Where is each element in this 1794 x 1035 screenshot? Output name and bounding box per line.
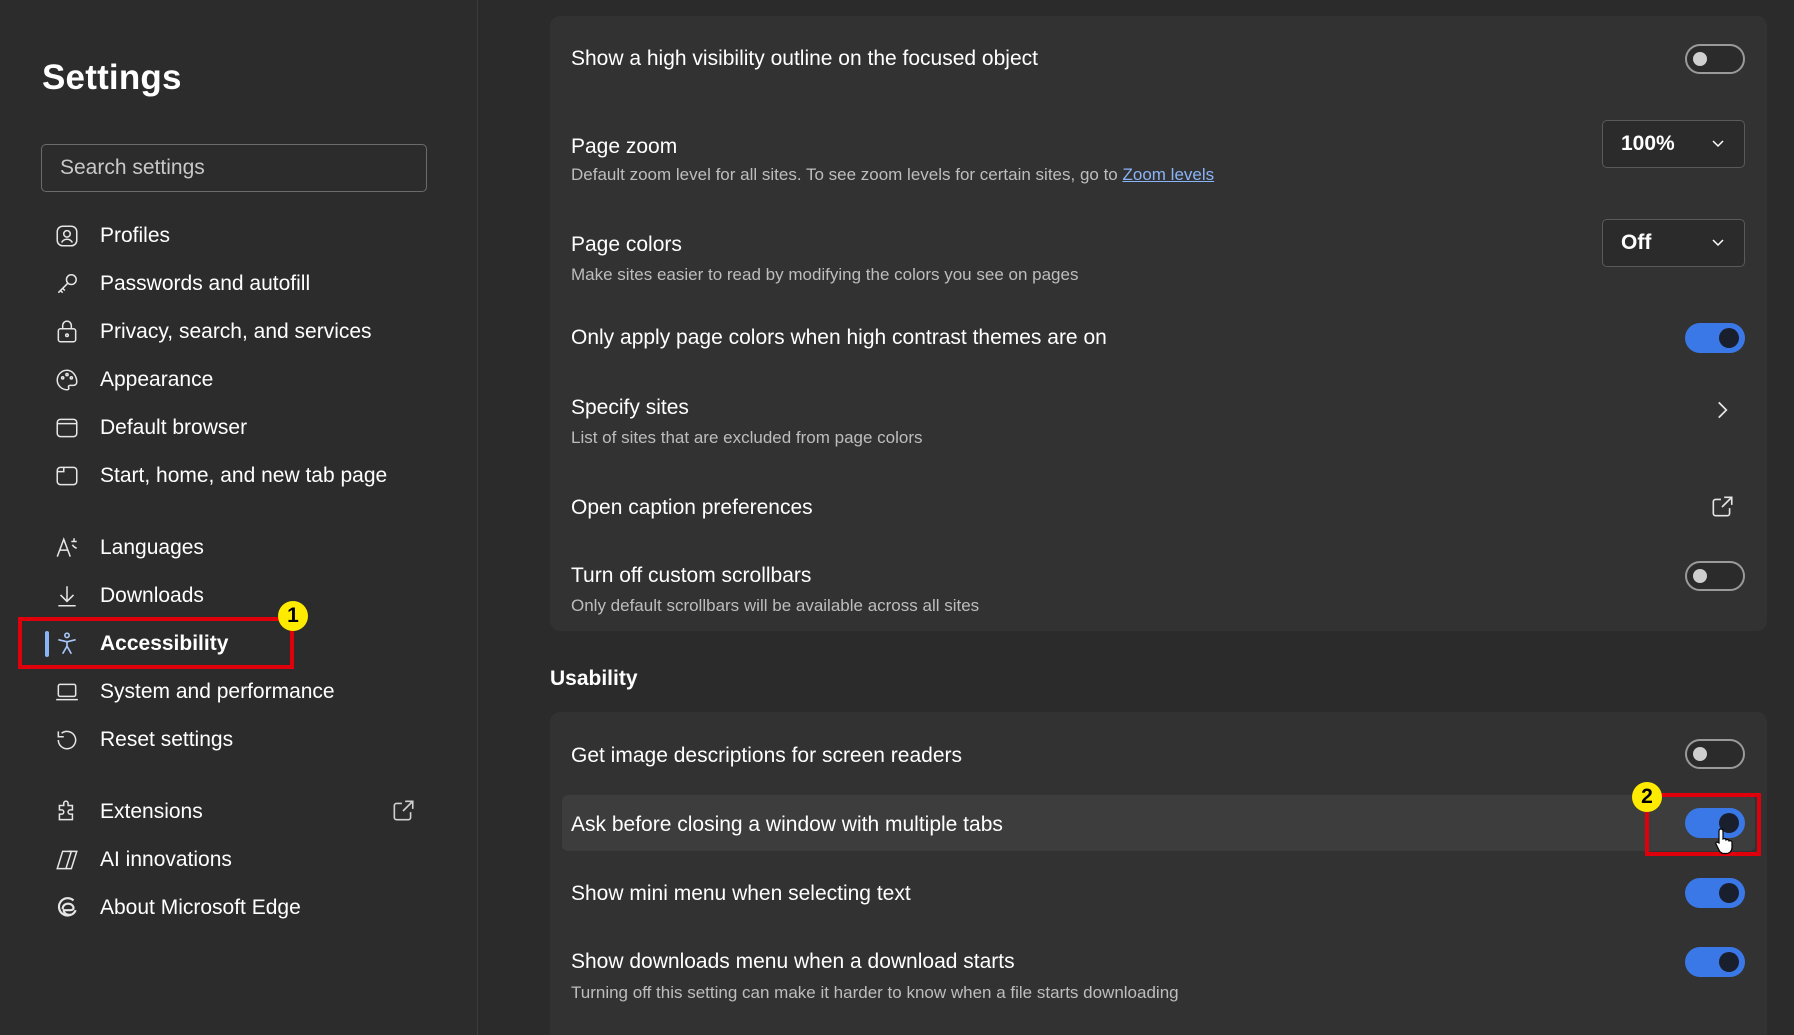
setting-description: Turning off this setting can make it har… <box>571 983 1179 1002</box>
toggle-scrollbars[interactable] <box>1685 561 1745 591</box>
toggle-downloads-menu[interactable] <box>1685 947 1745 977</box>
setting-row-only-apply: Only apply page colors when high contras… <box>550 304 1767 372</box>
sidebar-item-label: AI innovations <box>100 848 232 871</box>
ai-icon <box>54 846 94 874</box>
edge-icon <box>54 894 94 922</box>
sidebar-item-label: Privacy, search, and services <box>100 320 372 343</box>
sidebar-item-label: About Microsoft Edge <box>100 896 301 919</box>
settings-window: Settings Profiles Passwords and autofill… <box>0 0 1794 1035</box>
annotation-badge-2: 2 <box>1632 782 1662 812</box>
annotation-badge-1: 1 <box>278 601 308 631</box>
setting-row-caption[interactable]: Open caption preferences <box>550 472 1767 542</box>
search-box[interactable] <box>41 144 427 192</box>
setting-row-specify-sites[interactable]: Specify sites List of sites that are exc… <box>550 372 1767 472</box>
toggle-mini-menu[interactable] <box>1685 878 1745 908</box>
setting-title: Get image descriptions for screen reader… <box>571 744 963 767</box>
setting-title: Open caption preferences <box>571 496 813 519</box>
sidebar: Settings Profiles Passwords and autofill… <box>0 0 478 1035</box>
setting-title: Show mini menu when selecting text <box>571 882 911 905</box>
sidebar-item-system[interactable]: System and performance <box>54 670 335 714</box>
sidebar-item-passwords[interactable]: Passwords and autofill <box>54 262 310 306</box>
search-input[interactable] <box>60 156 408 180</box>
annotation-box-accessibility <box>18 617 294 669</box>
sidebar-item-label: Reset settings <box>100 728 234 751</box>
chevron-right-icon <box>1718 401 1728 419</box>
sidebar-item-label: Extensions <box>100 800 203 823</box>
profiles-icon <box>54 222 94 250</box>
setting-row-scrollbars: Turn off custom scrollbars Only default … <box>550 542 1767 631</box>
sidebar-item-label: Downloads <box>100 584 204 607</box>
section-title-usability: Usability <box>550 667 638 690</box>
download-icon <box>54 582 94 610</box>
sidebar-item-start-home[interactable]: Start, home, and new tab page <box>54 454 387 498</box>
sidebar-item-languages[interactable]: Languages <box>54 526 204 570</box>
sidebar-item-label: System and performance <box>100 680 335 703</box>
laptop-icon <box>54 678 94 706</box>
toggle-image-descriptions[interactable] <box>1685 739 1745 769</box>
setting-title: Show a high visibility outline on the fo… <box>571 47 1038 70</box>
setting-title: Only apply page colors when high contras… <box>571 326 1107 349</box>
home-page-icon <box>54 462 94 490</box>
sidebar-item-reset[interactable]: Reset settings <box>54 718 233 762</box>
dropdown-value: Off <box>1621 231 1652 254</box>
annotation-box-toggle <box>1645 793 1761 856</box>
palette-icon <box>54 366 94 394</box>
reset-icon <box>54 726 94 754</box>
page-zoom-dropdown[interactable]: 100% <box>1602 120 1745 168</box>
setting-row-page-colors: Page colors Make sites easier to read by… <box>550 204 1767 304</box>
setting-title: Ask before closing a window with multipl… <box>571 813 1003 836</box>
setting-row-ask-close: Ask before closing a window with multipl… <box>550 780 1767 850</box>
setting-description: Make sites easier to read by modifying t… <box>571 265 1079 284</box>
sidebar-item-label: Passwords and autofill <box>100 272 311 295</box>
setting-description: Only default scrollbars will be availabl… <box>571 596 980 615</box>
dropdown-value: 100% <box>1621 132 1675 155</box>
key-icon <box>54 270 94 298</box>
sidebar-item-downloads[interactable]: Downloads <box>54 574 204 618</box>
setting-row-image-descriptions: Get image descriptions for screen reader… <box>550 712 1767 780</box>
sidebar-item-label: Start, home, and new tab page <box>100 464 388 487</box>
extensions-icon <box>54 798 94 826</box>
setting-title: Page colors <box>571 233 682 256</box>
sidebar-item-appearance[interactable]: Appearance <box>54 358 213 402</box>
sidebar-item-about[interactable]: About Microsoft Edge <box>54 886 301 930</box>
zoom-levels-link[interactable]: Zoom levels <box>1123 165 1215 184</box>
sidebar-item-label: Appearance <box>100 368 214 391</box>
setting-title: Page zoom <box>571 135 678 158</box>
setting-title: Specify sites <box>571 396 689 419</box>
sidebar-item-default-browser[interactable]: Default browser <box>54 406 247 450</box>
setting-title: Turn off custom scrollbars <box>571 564 812 587</box>
page-colors-dropdown[interactable]: Off <box>1602 219 1745 267</box>
external-link-icon <box>1712 496 1733 517</box>
toggle-outline[interactable] <box>1685 44 1745 74</box>
toggle-only-apply[interactable] <box>1685 323 1745 353</box>
chevron-down-icon <box>1712 140 1724 148</box>
setting-row-page-zoom: Page zoom Default zoom level for all sit… <box>550 104 1767 204</box>
display-settings-card: Show a high visibility outline on the fo… <box>550 16 1767 631</box>
setting-description: List of sites that are excluded from pag… <box>571 428 923 447</box>
setting-description: Default zoom level for all sites. To see… <box>571 165 1214 185</box>
usability-settings-card: Get image descriptions for screen reader… <box>550 712 1767 1035</box>
desc-text: Default zoom level for all sites. To see… <box>571 165 1123 184</box>
sidebar-item-privacy[interactable]: Privacy, search, and services <box>54 310 372 354</box>
sidebar-item-profiles[interactable]: Profiles <box>54 214 170 258</box>
hand-cursor-icon <box>1715 828 1733 855</box>
setting-row-outline: Show a high visibility outline on the fo… <box>550 16 1767 104</box>
setting-row-mini-menu: Show mini menu when selecting text <box>550 850 1767 918</box>
setting-row-downloads-menu: Show downloads menu when a download star… <box>550 918 1767 1035</box>
external-link-icon[interactable] <box>390 798 416 824</box>
sidebar-item-label: Default browser <box>100 416 248 439</box>
languages-icon <box>54 534 94 562</box>
lock-icon <box>54 318 94 346</box>
browser-icon <box>54 414 94 442</box>
sidebar-item-label: Languages <box>100 536 204 559</box>
sidebar-item-ai-innovations[interactable]: AI innovations <box>54 838 232 882</box>
page-title: Settings <box>42 58 182 97</box>
setting-title: Show downloads menu when a download star… <box>571 950 1015 973</box>
chevron-down-icon <box>1712 239 1724 247</box>
sidebar-item-label: Profiles <box>100 224 171 247</box>
sidebar-item-extensions[interactable]: Extensions <box>54 790 203 834</box>
